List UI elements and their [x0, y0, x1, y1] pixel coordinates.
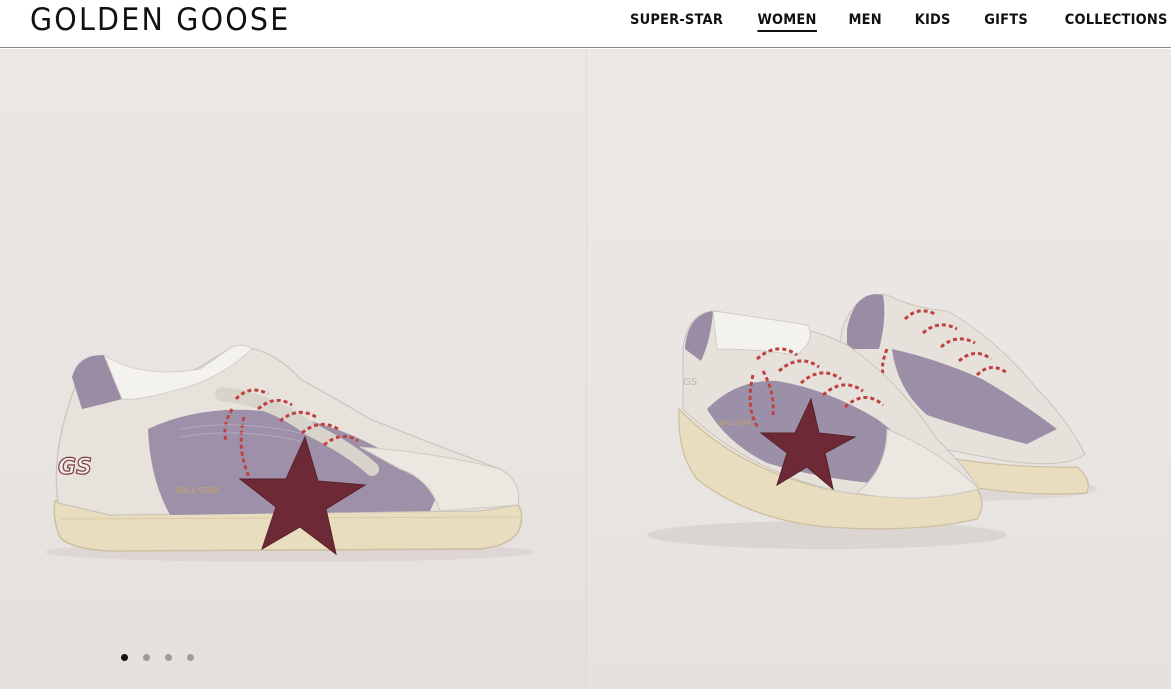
product-image-side-view[interactable]: GS BALL-STAR — [0, 49, 586, 689]
svg-text:GS: GS — [683, 377, 697, 388]
nav-item-kids[interactable]: KIDS — [915, 11, 951, 32]
brand-logo[interactable]: GOLDEN GOOSE — [30, 2, 290, 38]
svg-text:GS: GS — [58, 455, 92, 480]
nav-item-men[interactable]: MEN — [849, 11, 882, 32]
main-nav: SUPER-STAR WOMEN MEN KIDS GIFTS COLLECTI… — [593, 11, 1168, 32]
sneaker-pair-image: GS BALL-STAR — [647, 293, 1097, 549]
nav-item-super-star[interactable]: SUPER-STAR — [630, 11, 723, 32]
sneaker-side-view-image: GS BALL-STAR — [45, 344, 535, 562]
carousel-dot-4[interactable] — [187, 654, 194, 661]
nav-item-gifts[interactable]: GIFTS — [984, 11, 1028, 32]
carousel-dot-3[interactable] — [165, 654, 172, 661]
product-image-pair-view[interactable]: GS BALL-STAR — [587, 49, 1171, 689]
nav-item-collections[interactable]: COLLECTIONS — [1065, 11, 1168, 32]
nav-item-women[interactable]: WOMEN — [757, 11, 817, 32]
carousel-pagination — [121, 654, 209, 661]
carousel-dot-1[interactable] — [121, 654, 128, 661]
carousel-dot-2[interactable] — [143, 654, 150, 661]
site-header: GOLDEN GOOSE SUPER-STAR WOMEN MEN KIDS G… — [0, 0, 1171, 48]
svg-text:BALL-STAR: BALL-STAR — [719, 420, 751, 427]
product-gallery: GS BALL-STAR GS BALL-STAR — [0, 49, 1171, 689]
svg-text:BALL-STAR: BALL-STAR — [176, 486, 219, 495]
